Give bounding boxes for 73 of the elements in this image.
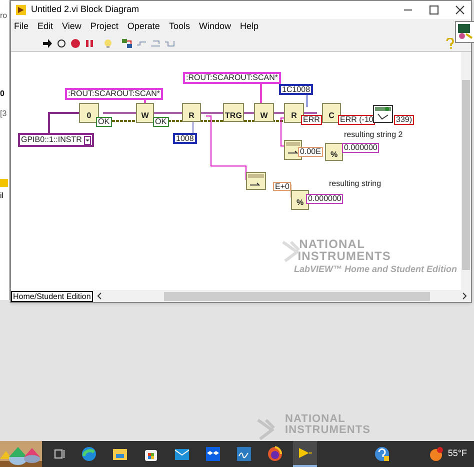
numeric-constant[interactable]: 1008 xyxy=(173,133,197,144)
error-indicator: ERR xyxy=(301,115,322,125)
run-icon[interactable] xyxy=(42,38,53,48)
numeric-indicator: E+0 xyxy=(273,182,292,191)
browser-icon[interactable] xyxy=(81,446,97,462)
scroll-right-icon[interactable] xyxy=(460,292,468,300)
watermark-text: LabVIEW™ Home and Student Edition xyxy=(294,265,457,274)
watermark-text: NATIONAL xyxy=(285,414,346,425)
wire xyxy=(48,112,79,133)
folder-icon[interactable] xyxy=(112,446,128,462)
box-icon[interactable] xyxy=(205,446,221,462)
function-node[interactable]: W xyxy=(136,103,154,123)
weather-icon[interactable] xyxy=(428,446,444,462)
function-node[interactable]: % xyxy=(325,143,343,161)
string-constant[interactable]: :ROUT:SCAROUT:SCAN* xyxy=(65,88,164,100)
partial-text: [3 xyxy=(0,110,7,118)
scan-node-icon[interactable] xyxy=(246,172,266,190)
partial-text: il xyxy=(0,192,4,200)
status-indicator: OK xyxy=(153,117,169,127)
retain-wire-values-icon[interactable] xyxy=(121,38,133,48)
watermark-text: INSTRUMENTS xyxy=(298,250,391,262)
string-indicator: 0.000000 xyxy=(342,143,380,153)
triangle-icon xyxy=(298,447,312,459)
vertical-scrollbar[interactable] xyxy=(461,52,471,290)
function-node[interactable]: R xyxy=(284,103,304,123)
menu-item[interactable]: Edit xyxy=(38,20,54,34)
menu-item[interactable]: Project xyxy=(90,20,118,34)
error-indicator: ERR (-10 xyxy=(338,115,376,125)
abort-icon[interactable] xyxy=(70,38,81,48)
resource-text: GPIB0::1::INSTR xyxy=(21,136,82,144)
menu-item[interactable]: File xyxy=(14,20,29,34)
vi-icon[interactable] xyxy=(455,21,474,43)
function-node[interactable]: R xyxy=(182,103,201,122)
string-indicator: 0.000000 xyxy=(306,194,344,204)
error-indicator: 339) xyxy=(394,115,414,125)
task-view-icon[interactable] xyxy=(54,448,66,460)
function-node[interactable]: % xyxy=(291,190,309,210)
numeric-constant[interactable]: 1C1008 xyxy=(279,84,314,95)
app-icon xyxy=(15,4,27,16)
resource-field[interactable]: GPIB0::1::INSTR xyxy=(18,133,94,147)
context-tab[interactable]: Home/Student Edition xyxy=(11,290,93,302)
status-indicator: OK xyxy=(96,117,112,127)
menu-item[interactable]: Operate xyxy=(127,20,160,34)
help-icon[interactable] xyxy=(374,446,390,462)
pause-icon[interactable] xyxy=(84,38,95,48)
mail-icon[interactable] xyxy=(174,446,190,462)
menu-item[interactable]: Window xyxy=(198,20,231,34)
indicator-label: resulting string 2 xyxy=(344,131,403,139)
watermark-text: INSTRUMENTS xyxy=(285,425,370,436)
function-node[interactable]: C xyxy=(322,103,341,123)
scroll-left-icon[interactable] xyxy=(96,292,104,300)
scan-node-icon[interactable] xyxy=(284,140,302,160)
indicator-label: resulting string xyxy=(329,180,382,188)
watermark-text: NATIONAL xyxy=(299,238,365,250)
function-node[interactable]: W xyxy=(254,103,274,122)
partial-text: ro xyxy=(0,12,8,20)
numeric-indicator: 0.00E xyxy=(298,147,323,157)
string-constant[interactable]: :ROUT:SCAROUT:SCAN* xyxy=(183,72,282,84)
run-continuously-icon[interactable] xyxy=(56,38,67,48)
chart-app-icon[interactable] xyxy=(236,446,252,462)
function-node[interactable]: TRG xyxy=(223,103,244,122)
dropdown-icon[interactable] xyxy=(84,136,91,144)
menu-item[interactable]: Help xyxy=(240,20,258,34)
function-node[interactable]: 0 xyxy=(79,103,99,123)
temperature-text: 55°F xyxy=(448,447,467,460)
taskbar-app-button[interactable] xyxy=(293,441,317,467)
error-dialog-icon[interactable] xyxy=(373,105,393,123)
window-title: Untitled 2.vi Block Diagram xyxy=(31,3,140,16)
menu-item[interactable]: View xyxy=(62,20,82,34)
menu-item[interactable]: Tools xyxy=(168,20,190,34)
partial-text: 0 xyxy=(0,90,4,98)
fox-browser-icon[interactable] xyxy=(267,446,283,462)
horizontal-scrollbar[interactable] xyxy=(164,292,430,300)
